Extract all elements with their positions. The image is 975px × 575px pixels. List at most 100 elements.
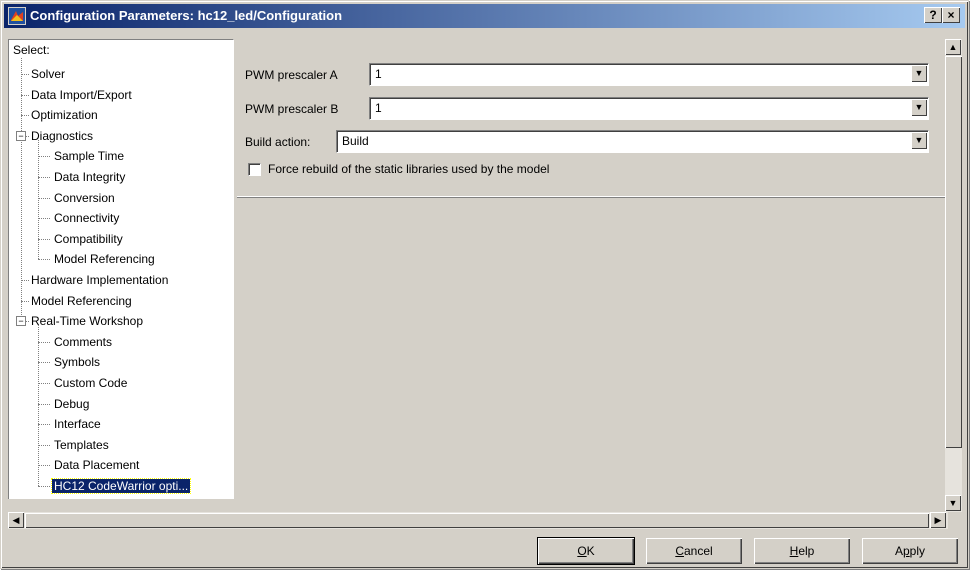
pwm-prescaler-b-select[interactable]: 1 ▼ bbox=[369, 97, 929, 120]
tree-branch-connector bbox=[38, 197, 50, 199]
tree-item-label: Model Referencing bbox=[54, 252, 155, 267]
tree-item-model-referencing[interactable]: Model Referencing bbox=[29, 292, 134, 310]
tree-group-connector bbox=[38, 325, 39, 486]
chevron-down-icon[interactable]: ▼ bbox=[911, 99, 927, 116]
tree-item-label: Data Placement bbox=[54, 458, 140, 473]
apply-mnemonic: p bbox=[902, 544, 910, 558]
tree-item-label: Comments bbox=[54, 334, 113, 349]
tree-item-debug[interactable]: Debug bbox=[52, 395, 91, 413]
tree-item-data-placement[interactable]: Data Placement bbox=[52, 456, 141, 474]
pwm-prescaler-a-select[interactable]: 1 ▼ bbox=[369, 63, 929, 86]
build-action-label: Build action: bbox=[245, 135, 311, 149]
tree-item-solver[interactable]: Solver bbox=[29, 65, 67, 83]
tree-branch-connector bbox=[38, 362, 50, 364]
tree-branch-connector bbox=[38, 383, 50, 384]
tree-item-model-referencing[interactable]: Model Referencing bbox=[52, 250, 157, 268]
tree-item-label: Sample Time bbox=[54, 149, 125, 164]
chevron-down-icon[interactable]: ▼ bbox=[911, 65, 927, 82]
tree-item-label: Real-Time Workshop bbox=[31, 314, 144, 329]
apply-button[interactable]: Apply bbox=[862, 538, 958, 564]
pwm-prescaler-a-label: PWM prescaler A bbox=[245, 68, 338, 82]
vertical-scroll-thumb[interactable] bbox=[945, 56, 962, 448]
tree-item-label: Symbols bbox=[54, 355, 101, 370]
tree-header: Select: bbox=[13, 43, 50, 57]
tree-branch-connector bbox=[38, 218, 50, 220]
arrow-right-icon[interactable]: ▶ bbox=[930, 512, 946, 528]
tree-item-data-import-export[interactable]: Data Import/Export bbox=[29, 86, 134, 104]
tree-item-label: Conversion bbox=[54, 190, 115, 205]
tree-branch-connector bbox=[38, 156, 50, 158]
tree-branch-connector bbox=[21, 280, 29, 281]
tree-item-connectivity[interactable]: Connectivity bbox=[52, 209, 121, 227]
tree-item-label: Diagnostics bbox=[31, 128, 94, 143]
pwm-prescaler-b-label: PWM prescaler B bbox=[245, 102, 339, 116]
tree-item-label: Solver bbox=[31, 67, 66, 81]
help-label-rest: elp bbox=[798, 544, 815, 558]
tree-item-comments[interactable]: Comments bbox=[52, 333, 114, 351]
cancel-label-rest: ancel bbox=[683, 544, 713, 558]
pwm-prescaler-a-value: 1 bbox=[375, 67, 382, 81]
tree-item-custom-code[interactable]: Custom Code bbox=[52, 374, 129, 392]
tree-branch-connector bbox=[38, 177, 50, 178]
collapse-icon[interactable]: − bbox=[16, 316, 26, 327]
tree-branch-connector bbox=[21, 115, 29, 117]
tree-item-label: Data Import/Export bbox=[31, 87, 132, 102]
ok-button[interactable]: OK bbox=[537, 537, 635, 565]
arrow-left-icon[interactable]: ◀ bbox=[8, 512, 24, 528]
close-title-button[interactable]: × bbox=[942, 7, 960, 23]
help-title-button[interactable]: ? bbox=[924, 7, 942, 23]
tree-item-optimization[interactable]: Optimization bbox=[29, 106, 100, 124]
tree-item-compatibility[interactable]: Compatibility bbox=[52, 230, 125, 248]
tree-branch-connector bbox=[38, 238, 50, 240]
arrow-down-icon[interactable]: ▼ bbox=[945, 495, 961, 511]
tree-item-symbols[interactable]: Symbols bbox=[52, 353, 102, 371]
chevron-down-icon[interactable]: ▼ bbox=[911, 132, 927, 149]
tree-item-label: Templates bbox=[54, 437, 109, 452]
configuration-dialog: Configuration Parameters: hc12_led/Confi… bbox=[0, 0, 969, 569]
cancel-button[interactable]: Cancel bbox=[646, 538, 742, 564]
apply-label-prefix: A bbox=[894, 544, 903, 558]
help-button[interactable]: Help bbox=[754, 538, 850, 564]
tree-branch-connector bbox=[21, 74, 29, 75]
window-title: Configuration Parameters: hc12_led/Confi… bbox=[30, 8, 343, 23]
tree-item-label: Connectivity bbox=[54, 211, 120, 226]
category-tree[interactable]: Select: Solver Data Import/Export Optimiza… bbox=[8, 39, 234, 499]
tree-group-connector bbox=[38, 139, 39, 260]
title-bar[interactable]: Configuration Parameters: hc12_led/Confi… bbox=[4, 4, 965, 28]
force-rebuild-checkbox[interactable] bbox=[248, 163, 261, 176]
collapse-icon[interactable]: − bbox=[16, 130, 26, 141]
tree-item-real-time-workshop[interactable]: Real-Time Workshop bbox=[29, 312, 145, 330]
force-rebuild-label: Force rebuild of the static libraries us… bbox=[268, 162, 550, 176]
vertical-scrollbar[interactable]: ▲ ▼ bbox=[945, 39, 962, 512]
tree-item-interface[interactable]: Interface bbox=[52, 415, 103, 433]
tree-item-label: HC12 CodeWarrior opti... bbox=[50, 478, 192, 494]
tree-branch-connector bbox=[38, 444, 50, 446]
tree-item-hardware-implementation[interactable]: Hardware Implementation bbox=[29, 271, 170, 289]
build-action-select[interactable]: Build ▼ bbox=[336, 130, 929, 153]
tree-root-connector bbox=[21, 58, 22, 322]
tree-item-label: Data Integrity bbox=[54, 170, 126, 184]
options-pane: PWM prescaler A 1 ▼ PWM prescaler B 1 ▼ … bbox=[237, 39, 945, 512]
ok-label-rest: K bbox=[586, 544, 595, 558]
tree-item-hc12-codewarrior-opti[interactable]: HC12 CodeWarrior opti... bbox=[50, 477, 192, 495]
tree-branch-connector bbox=[38, 486, 50, 487]
tree-branch-connector bbox=[38, 341, 50, 343]
tree-item-sample-time[interactable]: Sample Time bbox=[52, 147, 126, 165]
tree-item-label: Model Referencing bbox=[31, 293, 132, 308]
tree-item-conversion[interactable]: Conversion bbox=[52, 189, 117, 207]
tree-item-data-integrity[interactable]: Data Integrity bbox=[52, 168, 127, 186]
tree-branch-connector bbox=[38, 259, 50, 261]
horizontal-scroll-thumb[interactable] bbox=[25, 513, 929, 528]
tree-item-label: Compatibility bbox=[54, 231, 123, 246]
cancel-mnemonic: C bbox=[675, 544, 684, 558]
tree-item-label: Debug bbox=[54, 396, 90, 411]
horizontal-scrollbar[interactable]: ◀ ▶ bbox=[8, 512, 948, 529]
build-action-value: Build bbox=[342, 134, 369, 148]
simulink-icon bbox=[8, 7, 26, 25]
arrow-up-icon[interactable]: ▲ bbox=[945, 39, 961, 55]
tree-item-diagnostics[interactable]: Diagnostics bbox=[29, 127, 95, 145]
codewarrior-options-group: PWM prescaler A 1 ▼ PWM prescaler B 1 ▼ … bbox=[237, 39, 945, 197]
tree-item-label: Interface bbox=[54, 417, 101, 432]
tree-item-templates[interactable]: Templates bbox=[52, 436, 111, 454]
tree-branch-connector bbox=[38, 424, 50, 426]
